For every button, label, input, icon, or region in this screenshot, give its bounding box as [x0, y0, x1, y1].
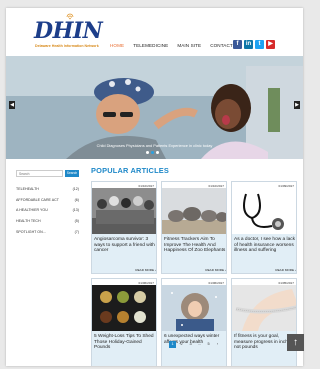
read-more-link[interactable]: READ MORE ›: [275, 268, 296, 272]
search-bar: Search: [16, 170, 82, 177]
hero-prev-button[interactable]: ◀: [9, 101, 15, 109]
article-title[interactable]: As a doctor, I see how a lack of health …: [234, 237, 296, 254]
read-more-link[interactable]: READ MORE ›: [135, 268, 156, 272]
article-image[interactable]: [162, 285, 226, 331]
category-count: (12): [72, 187, 79, 191]
read-more-link[interactable]: READ MORE ›: [135, 365, 156, 366]
category-count: (7): [74, 229, 79, 234]
article-card[interactable]: 01/10/2017 Fitness Trackers Aim To Improv…: [161, 181, 227, 274]
article-image[interactable]: [92, 285, 156, 331]
article-card[interactable]: 01/06/2017 5 Weight-Loss Tips To Shed Tho…: [91, 278, 157, 366]
main-nav: HOME TELEMEDICINE MAIN SITE CONTACT: [110, 43, 233, 48]
category-item[interactable]: HEALTH TECH (5): [16, 216, 82, 227]
hero-dot[interactable]: [151, 151, 154, 154]
social-links: f in t ▶: [233, 40, 275, 49]
facebook-icon[interactable]: f: [233, 40, 242, 49]
hero-slider[interactable]: ◀ ▶ Child Diagnoses Physicians and Patie…: [6, 56, 303, 159]
search-input[interactable]: [16, 170, 63, 177]
category-name: SPOTLIGHT ON...: [16, 229, 46, 234]
page-link[interactable]: 5: [205, 341, 212, 348]
category-item[interactable]: TELEHEALTH (12): [16, 184, 82, 195]
page-link[interactable]: ›: [214, 341, 221, 348]
article-image[interactable]: [92, 188, 156, 234]
logo-tagline: Delaware Health Information Network: [35, 44, 99, 48]
article-summary: Angiosarcoma survivor: 3 ways to support…: [92, 234, 156, 273]
dhin-logo[interactable]: DHIN Delaware Health Information Network: [34, 13, 103, 50]
section-title: POPULAR ARTICLES: [91, 166, 170, 175]
article-card[interactable]: 01/09/2017 As a doctor, I see how a lack …: [231, 181, 297, 274]
youtube-icon[interactable]: ▶: [266, 40, 275, 49]
page-link[interactable]: 1: [169, 341, 176, 348]
page-link[interactable]: …: [196, 341, 203, 348]
page: DHIN Delaware Health Information Network…: [6, 8, 303, 366]
hero-next-button[interactable]: ▶: [294, 101, 300, 109]
category-name: A HEALTHIER YOU: [16, 208, 48, 213]
category-name: AFFORDABLE CARE ACT: [16, 197, 59, 202]
article-summary: 6 unexpected ways winter affects your he…: [162, 331, 226, 366]
article-title[interactable]: Angiosarcoma survivor: 3 ways to support…: [94, 237, 156, 254]
article-summary: 5 Weight-Loss Tips To Shed Those Holiday…: [92, 331, 156, 366]
logo-wordmark: DHIN: [34, 18, 103, 44]
nav-link-contact[interactable]: CONTACT: [210, 43, 233, 48]
search-button[interactable]: Search: [65, 170, 79, 177]
sidebar: Search TELEHEALTH (12) AFFORDABLE CARE ACT…: [16, 170, 82, 237]
category-item[interactable]: A HEALTHIER YOU (13): [16, 205, 82, 216]
category-name: HEALTH TECH: [16, 219, 41, 224]
read-more-link[interactable]: READ MORE ›: [275, 365, 296, 366]
back-to-top-button[interactable]: ↑: [287, 334, 304, 351]
article-summary: Fitness Trackers Aim To Improve The Heal…: [162, 234, 226, 273]
article-image[interactable]: [232, 188, 296, 234]
article-title[interactable]: 5 Weight-Loss Tips To Shed Those Holiday…: [94, 334, 156, 351]
category-item[interactable]: SPOTLIGHT ON... (7): [16, 227, 82, 238]
article-title[interactable]: Fitness Trackers Aim To Improve The Heal…: [164, 237, 226, 254]
pagination: 1 2 3… 5 ›: [169, 341, 221, 348]
read-more-link[interactable]: READ MORE ›: [205, 365, 226, 366]
article-image[interactable]: [232, 285, 296, 331]
article-image[interactable]: [162, 188, 226, 234]
page-link[interactable]: 2: [178, 341, 185, 348]
category-name: TELEHEALTH: [16, 187, 39, 191]
nav-link-main-site[interactable]: MAIN SITE: [177, 43, 201, 48]
category-list: TELEHEALTH (12) AFFORDABLE CARE ACT (6) A HE…: [16, 184, 82, 237]
hero-dot[interactable]: [146, 151, 149, 154]
category-count: (5): [74, 219, 79, 224]
read-more-link[interactable]: READ MORE ›: [205, 268, 226, 272]
page-link[interactable]: 3: [187, 341, 194, 348]
nav-link-telemedicine[interactable]: TELEMEDICINE: [133, 43, 168, 48]
article-summary: As a doctor, I see how a lack of health …: [232, 234, 296, 273]
twitter-icon[interactable]: t: [255, 40, 264, 49]
site-header: DHIN Delaware Health Information Network…: [6, 8, 303, 56]
category-item[interactable]: AFFORDABLE CARE ACT (6): [16, 195, 82, 206]
hero-dot[interactable]: [156, 151, 159, 154]
article-card[interactable]: 01/10/2017 Angiosarcoma survivor: 3 ways …: [91, 181, 157, 274]
category-count: (13): [72, 208, 79, 213]
category-count: (6): [74, 197, 79, 202]
article-card[interactable]: 01/05/2017 If fitness is your goal, measu…: [231, 278, 297, 366]
hero-caption: Child Diagnoses Physicians and Patients …: [96, 143, 213, 148]
article-card[interactable]: 01/06/2017 6 unexpected ways winter affec…: [161, 278, 227, 366]
hero-dots: [146, 151, 159, 154]
nav-link-home[interactable]: HOME: [110, 43, 124, 48]
linkedin-icon[interactable]: in: [244, 40, 253, 49]
